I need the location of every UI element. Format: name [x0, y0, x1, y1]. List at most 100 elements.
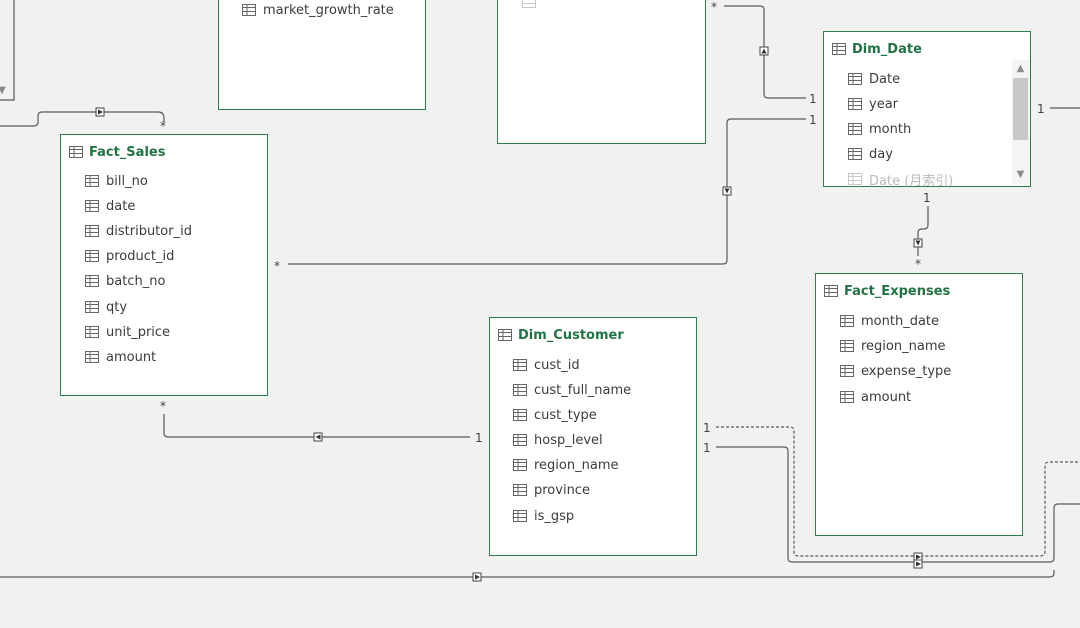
table-header[interactable]: Fact_Sales [69, 142, 165, 162]
table-icon [513, 484, 527, 496]
table-card-fact-expenses[interactable]: Fact_Expenses month_date region_name exp… [815, 273, 1023, 536]
cardinality-one: 1 [923, 191, 931, 205]
field-row[interactable]: amount [840, 387, 911, 407]
field-label: cust_id [534, 357, 580, 373]
field-row[interactable]: month [848, 119, 911, 139]
field-row[interactable]: Date (月索引) [848, 169, 954, 187]
field-row[interactable]: cust_type [513, 405, 597, 425]
field-row[interactable]: market_growth_rate [242, 0, 394, 20]
relationship-line[interactable] [917, 206, 929, 256]
table-header[interactable]: Dim_Date [832, 39, 922, 59]
table-title: Fact_Expenses [844, 283, 951, 299]
table-icon [848, 73, 862, 85]
table-card-partial-top[interactable] [497, 0, 706, 144]
table-header[interactable]: Fact_Expenses [824, 281, 950, 301]
table-icon [513, 434, 527, 446]
field-row[interactable]: region_name [840, 336, 945, 356]
field-row[interactable]: batch_no [85, 271, 165, 291]
field-row[interactable]: amount [85, 347, 156, 367]
table-icon [513, 384, 527, 396]
table-icon [513, 409, 527, 421]
field-label: amount [106, 349, 157, 365]
field-label: date [106, 198, 136, 214]
table-header[interactable]: Dim_Customer [498, 325, 624, 345]
table-icon [85, 326, 99, 338]
field-label: product_id [106, 248, 175, 264]
table-icon [85, 301, 99, 313]
table-title: Dim_Customer [518, 327, 624, 343]
field-row[interactable]: product_id [85, 246, 174, 266]
field-row[interactable]: qty [85, 297, 127, 317]
cardinality-many: * [711, 0, 717, 14]
field-row[interactable]: month_date [840, 311, 939, 331]
table-icon [848, 98, 862, 110]
table-icon [85, 250, 99, 262]
table-icon [522, 0, 536, 12]
table-icon [85, 275, 99, 287]
chevron-up-icon[interactable]: ▲ [1012, 62, 1029, 76]
field-row[interactable]: Date [848, 69, 900, 89]
table-card-fact-sales[interactable]: Fact_Sales bill_no date distributor_id p… [60, 134, 268, 396]
table-icon [498, 329, 512, 341]
table-icon [69, 146, 83, 158]
field-label: day [869, 146, 893, 162]
field-row[interactable]: unit_price [85, 322, 170, 342]
table-icon [840, 391, 854, 403]
field-label: amount [861, 389, 912, 405]
field-row[interactable]: cust_id [513, 355, 580, 375]
field-label: province [534, 482, 590, 498]
table-icon [85, 175, 99, 187]
cardinality-many: * [160, 119, 166, 133]
table-icon [848, 173, 862, 185]
field-label: month_date [861, 313, 940, 329]
relationship-line[interactable] [0, 570, 1055, 578]
chevron-down-icon[interactable]: ▼ [0, 84, 8, 98]
field-label: bill_no [106, 173, 148, 189]
cardinality-one: 1 [703, 421, 711, 435]
table-icon [513, 510, 527, 522]
field-label: year [869, 96, 899, 112]
table-icon [832, 43, 846, 55]
table-icon [85, 200, 99, 212]
field-label: Date (月索引) [869, 173, 954, 187]
field-row[interactable]: region_name [513, 455, 618, 475]
table-icon [840, 365, 854, 377]
field-row[interactable]: year [848, 94, 898, 114]
field-row[interactable]: distributor_id [85, 221, 192, 241]
cardinality-one: 1 [809, 113, 817, 127]
vertical-scrollbar[interactable]: ▲ ▼ [1012, 60, 1029, 184]
table-card-partial-left[interactable]: ▼ [0, 0, 14, 100]
field-row[interactable]: province [513, 480, 590, 500]
field-label: region_name [534, 457, 619, 473]
field-row[interactable]: bill_no [85, 171, 148, 191]
cardinality-one: 1 [475, 431, 483, 445]
field-label: is_gsp [534, 508, 575, 524]
table-icon [85, 225, 99, 237]
field-row[interactable]: is_gsp [513, 506, 574, 526]
cardinality-many: * [274, 259, 280, 273]
field-label: month [869, 121, 912, 137]
cardinality-many: * [160, 399, 166, 413]
table-icon [242, 4, 256, 16]
field-row[interactable]: date [85, 196, 135, 216]
table-card-market[interactable]: market_growth_rate [218, 0, 426, 110]
field-row[interactable]: cust_full_name [513, 380, 631, 400]
field-row[interactable]: day [848, 144, 893, 164]
relationship-line[interactable] [0, 111, 165, 127]
field-label: Date [869, 71, 901, 87]
table-icon [513, 359, 527, 371]
chevron-down-icon[interactable]: ▼ [1012, 168, 1029, 182]
field-label: region_name [861, 338, 946, 354]
field-label: cust_type [534, 407, 597, 423]
cardinality-one: 1 [1037, 102, 1045, 116]
field-row[interactable]: hosp_level [513, 430, 603, 450]
table-card-dim-customer[interactable]: Dim_Customer cust_id cust_full_name cust… [489, 317, 697, 556]
table-icon [840, 340, 854, 352]
field-label: unit_price [106, 324, 171, 340]
table-icon [85, 351, 99, 363]
field-row[interactable]: expense_type [840, 361, 951, 381]
field-label: market_growth_rate [263, 2, 394, 18]
scrollbar-thumb[interactable] [1013, 78, 1028, 140]
table-title: Dim_Date [852, 41, 922, 57]
table-card-dim-date[interactable]: Dim_Date Date year month day Date (月索引) … [823, 31, 1031, 187]
